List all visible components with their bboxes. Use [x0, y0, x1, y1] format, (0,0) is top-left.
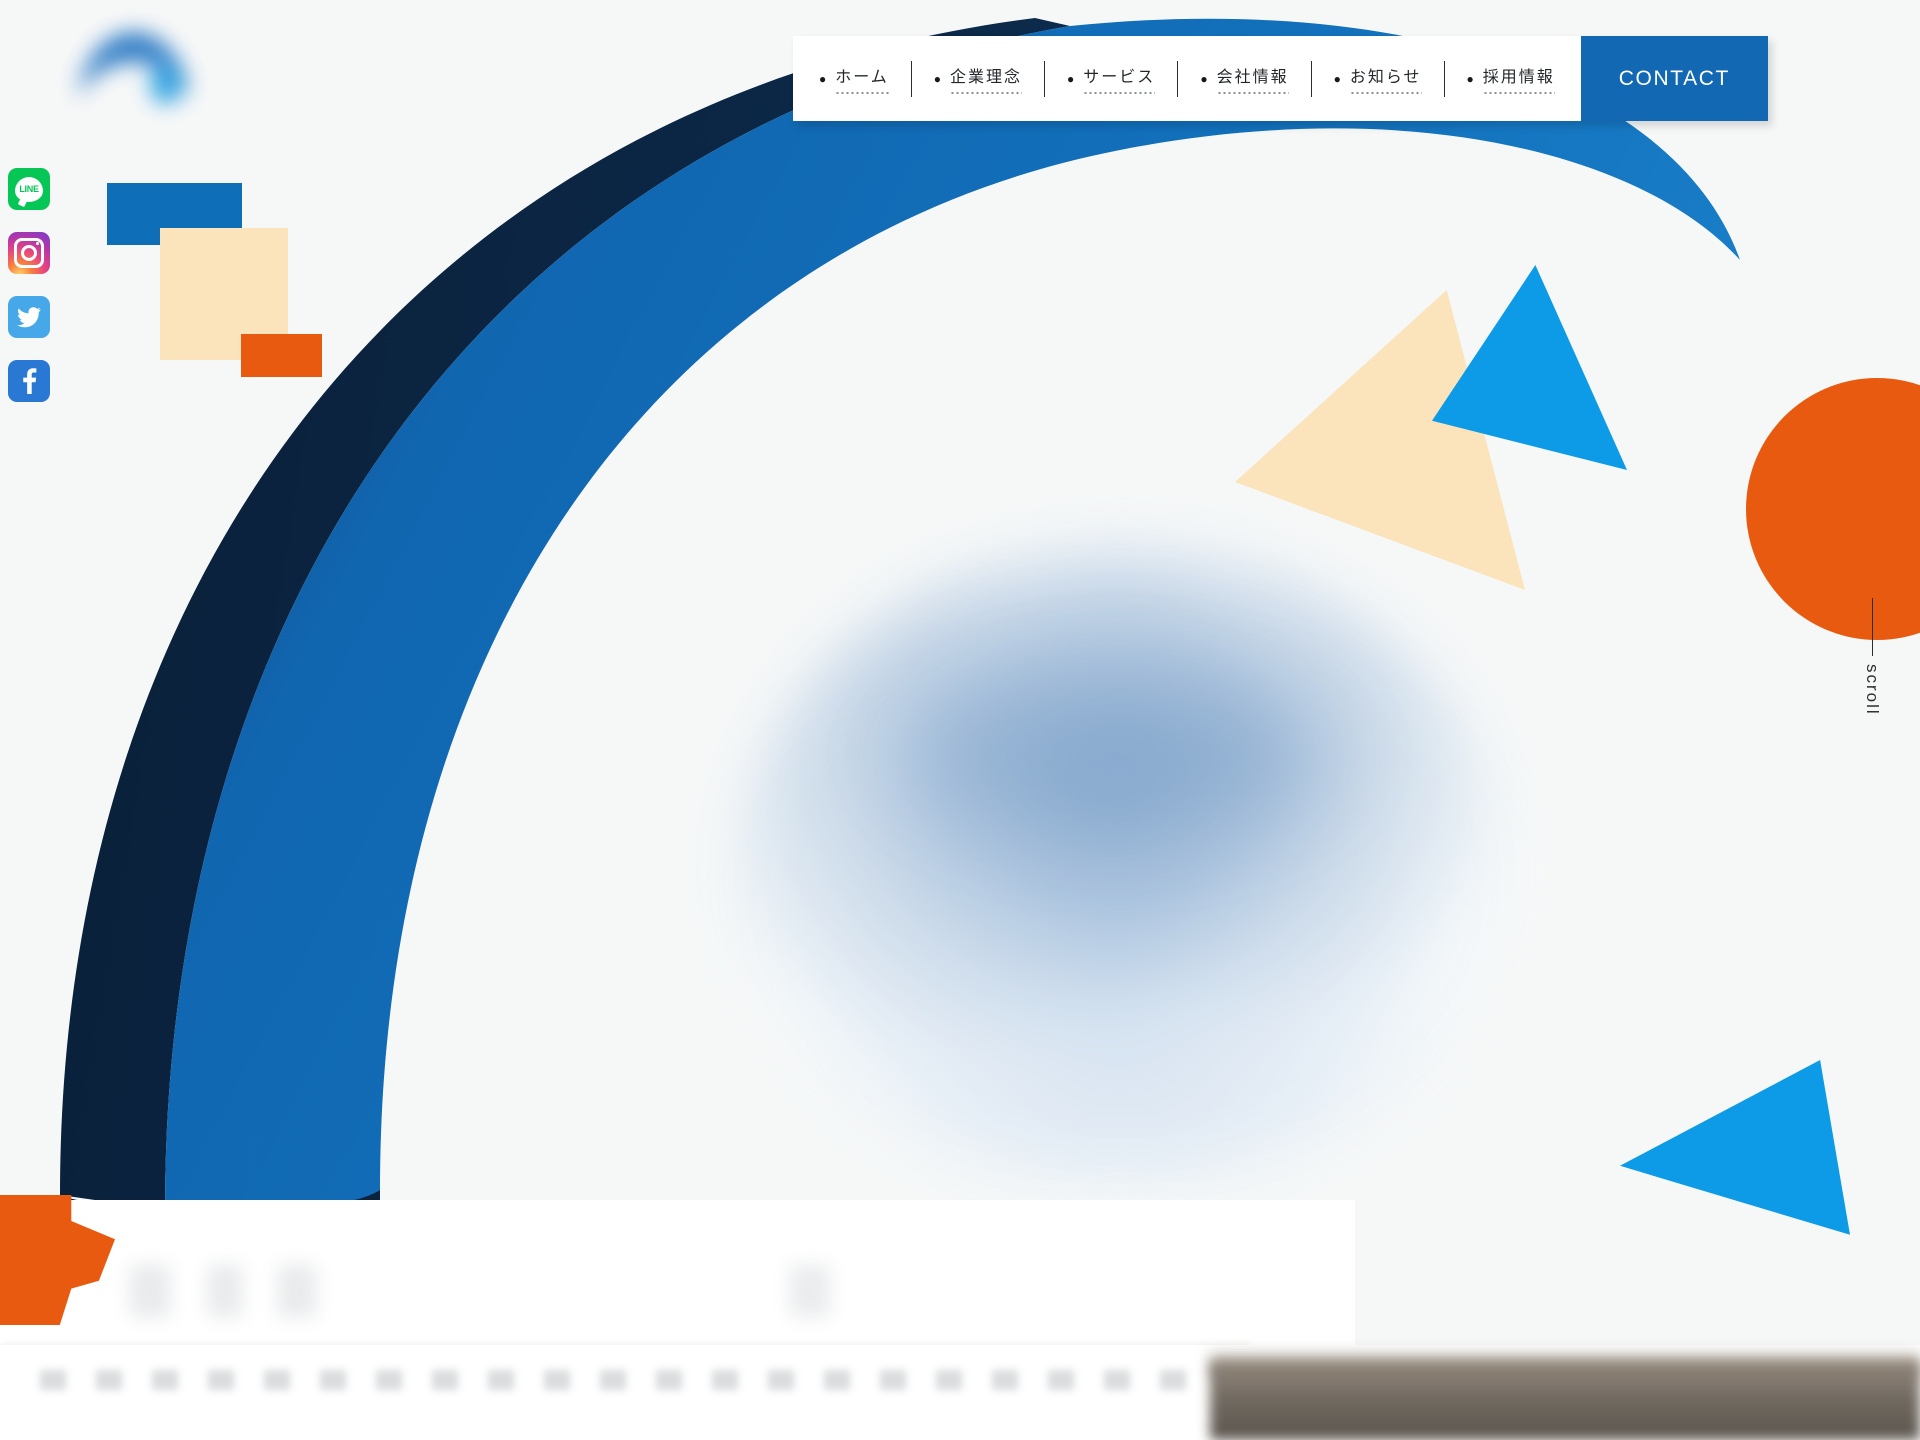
bullet-icon: ● — [819, 71, 829, 86]
bullet-icon: ● — [1200, 71, 1210, 86]
nav-item-service[interactable]: ● サービス — [1045, 63, 1177, 94]
nav-item-home[interactable]: ● ホーム — [797, 63, 911, 94]
nav-item-news[interactable]: ● お知らせ — [1312, 63, 1444, 94]
nav-item-label: サービス — [1083, 63, 1156, 94]
nav-links: ● ホーム ● 企業理念 ● サービス ● 会社情報 ● お知らせ ● 採用情報 — [793, 36, 1581, 121]
nav-item-label: 会社情報 — [1216, 63, 1289, 94]
site-logo[interactable] — [48, 18, 213, 113]
social-facebook-button[interactable] — [8, 360, 50, 402]
main-navigation: ● ホーム ● 企業理念 ● サービス ● 会社情報 ● お知らせ ● 採用情報… — [793, 36, 1768, 121]
nav-item-philosophy[interactable]: ● 企業理念 — [912, 63, 1044, 94]
nav-item-label: お知らせ — [1349, 63, 1422, 94]
social-twitter-button[interactable] — [8, 296, 50, 338]
facebook-icon — [23, 368, 37, 394]
scroll-line — [1871, 598, 1873, 656]
hero-subcopy-blurred — [40, 1370, 1220, 1390]
bullet-icon: ● — [1466, 71, 1476, 86]
bullet-icon: ● — [1333, 71, 1343, 86]
scroll-indicator[interactable]: scroll — [1862, 598, 1882, 716]
bullet-icon: ● — [933, 71, 944, 86]
nav-item-label: ホーム — [835, 63, 889, 94]
twitter-icon — [17, 307, 41, 328]
hero-image-blurred-core — [860, 640, 1380, 870]
contact-button[interactable]: CONTACT — [1580, 36, 1768, 121]
nav-item-label: 企業理念 — [950, 63, 1023, 94]
hero-headline-blurred — [130, 1265, 1230, 1317]
nav-item-company[interactable]: ● 会社情報 — [1178, 63, 1310, 94]
instagram-icon — [14, 238, 44, 268]
footer-photo-strip — [1210, 1360, 1920, 1440]
page-root: LINE ● ホーム ● 企業理念 ● サービス ● 会社情報 ● お知らせ ●… — [0, 0, 1920, 1440]
nav-item-label: 採用情報 — [1482, 63, 1555, 94]
line-icon: LINE — [15, 176, 43, 202]
decor-square-orange — [241, 334, 322, 377]
social-links-rail: LINE — [8, 168, 50, 402]
social-instagram-button[interactable] — [8, 232, 50, 274]
nav-item-recruit[interactable]: ● 採用情報 — [1445, 63, 1577, 94]
scroll-label: scroll — [1863, 664, 1882, 716]
social-line-button[interactable]: LINE — [8, 168, 50, 210]
bullet-icon: ● — [1067, 71, 1077, 86]
